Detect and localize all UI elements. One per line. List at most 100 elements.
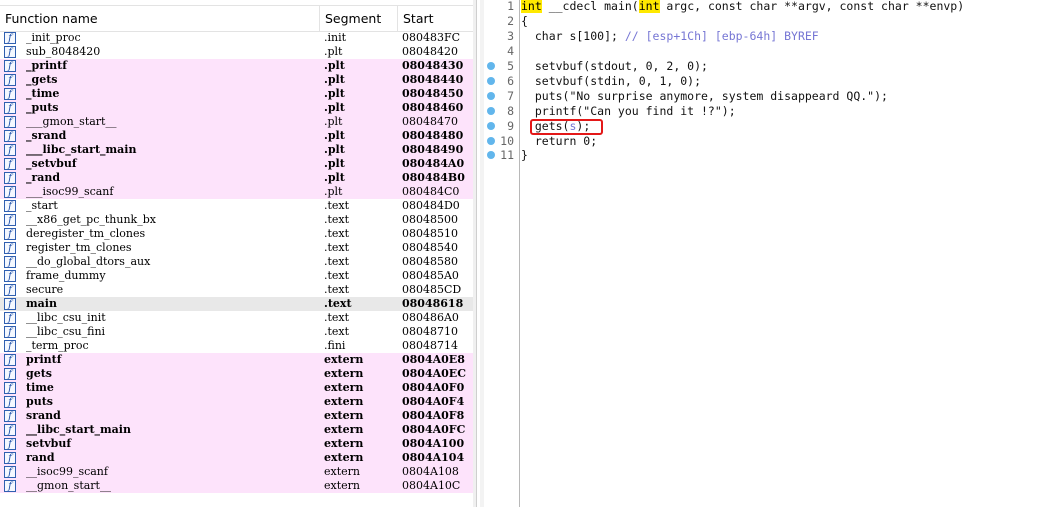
code-line[interactable]: 10 return 0;	[484, 134, 1037, 149]
function-start: 08048440	[402, 73, 464, 86]
function-row[interactable]: f __libc_csu_fini .text 08048710	[0, 325, 473, 339]
function-start: 08048500	[402, 213, 458, 226]
function-row[interactable]: f srand extern 0804A0F8	[0, 409, 473, 423]
code-line[interactable]: 7 puts("No surprise anymore, system disa…	[484, 89, 1037, 104]
code-line[interactable]: 4	[484, 44, 1037, 59]
breakpoint-dot-icon[interactable]	[487, 107, 495, 115]
function-name: __libc_csu_init	[26, 311, 106, 324]
function-row[interactable]: f _init_proc .init 080483FC	[0, 31, 473, 45]
code-token: puts("No surprise anymore, system disapp…	[521, 89, 888, 103]
line-number: 3	[507, 29, 514, 43]
code-line[interactable]: 5 setvbuf(stdout, 0, 2, 0);	[484, 59, 1037, 74]
code-text: puts("No surprise anymore, system disapp…	[521, 89, 888, 104]
function-name: __libc_csu_fini	[26, 325, 106, 338]
function-icon: f	[4, 46, 16, 58]
code-text: }	[521, 148, 528, 163]
function-start: 080486A0	[402, 311, 459, 324]
function-row[interactable]: f printf extern 0804A0E8	[0, 353, 473, 367]
function-row[interactable]: f ___libc_start_main .plt 08048490	[0, 143, 473, 157]
function-start: 08048460	[402, 101, 464, 114]
function-row[interactable]: f register_tm_clones .text 08048540	[0, 241, 473, 255]
function-row[interactable]: f deregister_tm_clones .text 08048510	[0, 227, 473, 241]
function-start: 080484B0	[402, 171, 465, 184]
function-start: 08048510	[402, 227, 458, 240]
function-segment: .text	[324, 325, 350, 338]
function-name: _printf	[26, 59, 67, 72]
line-number: 5	[507, 59, 514, 73]
function-row[interactable]: f __do_global_dtors_aux .text 08048580	[0, 255, 473, 269]
function-start: 0804A0FC	[402, 423, 466, 436]
function-name: _term_proc	[26, 339, 89, 352]
function-start: 0804A0F4	[402, 395, 465, 408]
breakpoint-dot-icon[interactable]	[487, 62, 495, 70]
function-row[interactable]: f ___gmon_start__ .plt 08048470	[0, 115, 473, 129]
function-row[interactable]: f rand extern 0804A104	[0, 451, 473, 465]
function-row[interactable]: f ___isoc99_scanf .plt 080484C0	[0, 185, 473, 199]
code-line[interactable]: 8 printf("Can you find it !?");	[484, 104, 1037, 119]
code-line[interactable]: 1 int __cdecl main(int argc, const char *…	[484, 0, 1037, 14]
function-start: 080484A0	[402, 157, 465, 170]
function-row[interactable]: f _srand .plt 08048480	[0, 129, 473, 143]
function-row[interactable]: f _printf .plt 08048430	[0, 59, 473, 73]
function-row[interactable]: f main .text 08048618	[0, 297, 473, 311]
function-name: _time	[26, 87, 60, 100]
function-icon: f	[4, 368, 16, 380]
function-row[interactable]: f __libc_csu_init .text 080486A0	[0, 311, 473, 325]
highlight-box-gets-call	[530, 119, 603, 135]
breakpoint-dot-icon[interactable]	[487, 151, 495, 159]
function-icon: f	[4, 340, 16, 352]
function-row[interactable]: f _rand .plt 080484B0	[0, 171, 473, 185]
function-row[interactable]: f _setvbuf .plt 080484A0	[0, 157, 473, 171]
code-token: setvbuf(stdout, 0, 2, 0);	[521, 59, 708, 73]
breakpoint-dot-icon[interactable]	[487, 137, 495, 145]
code-line[interactable]: 3 char s[100]; // [esp+1Ch] [ebp-64h] BY…	[484, 29, 1037, 44]
code-token: __cdecl main(	[541, 0, 639, 13]
code-line[interactable]: 6 setvbuf(stdin, 0, 1, 0);	[484, 74, 1037, 89]
code-line[interactable]: 2{	[484, 14, 1037, 29]
function-segment: .plt	[324, 87, 345, 100]
function-row[interactable]: f _time .plt 08048450	[0, 87, 473, 101]
function-name: rand	[26, 451, 55, 464]
function-segment: .plt	[324, 143, 345, 156]
function-icon: f	[4, 158, 16, 170]
functions-scrollbar[interactable]	[473, 0, 476, 507]
function-row[interactable]: f _puts .plt 08048460	[0, 101, 473, 115]
column-header-segment[interactable]: Segment	[320, 6, 398, 31]
function-icon: f	[4, 270, 16, 282]
function-row[interactable]: f sub_8048420 .plt 08048420	[0, 45, 473, 59]
function-segment: .init	[324, 31, 347, 44]
function-row[interactable]: f __gmon_start__ extern 0804A10C	[0, 479, 473, 493]
function-row[interactable]: f __libc_start_main extern 0804A0FC	[0, 423, 473, 437]
function-name: srand	[26, 409, 61, 422]
function-row[interactable]: f secure .text 080485CD	[0, 283, 473, 297]
code-line[interactable]: 11}	[484, 148, 1037, 163]
code-token: }	[521, 148, 528, 162]
column-header-start[interactable]: Start	[398, 6, 473, 31]
function-row[interactable]: f __isoc99_scanf extern 0804A108	[0, 465, 473, 479]
function-segment: .plt	[324, 171, 345, 184]
function-row[interactable]: f puts extern 0804A0F4	[0, 395, 473, 409]
line-number: 2	[507, 14, 514, 28]
function-row[interactable]: f frame_dummy .text 080485A0	[0, 269, 473, 283]
function-row[interactable]: f _start .text 080484D0	[0, 199, 473, 213]
function-row[interactable]: f __x86_get_pc_thunk_bx .text 08048500	[0, 213, 473, 227]
function-row[interactable]: f _term_proc .fini 08048714	[0, 339, 473, 353]
column-header-function-name[interactable]: Function name	[0, 6, 320, 31]
line-number: 6	[507, 74, 514, 88]
breakpoint-dot-icon[interactable]	[487, 122, 495, 130]
function-name: __x86_get_pc_thunk_bx	[26, 213, 156, 226]
comment-token: // [esp+1Ch] [ebp-64h] BYREF	[624, 29, 819, 43]
function-start: 08048580	[402, 255, 458, 268]
function-row[interactable]: f setvbuf extern 0804A100	[0, 437, 473, 451]
function-start: 08048480	[402, 129, 464, 142]
function-row[interactable]: f time extern 0804A0F0	[0, 381, 473, 395]
function-start: 0804A104	[402, 451, 465, 464]
breakpoint-dot-icon[interactable]	[487, 92, 495, 100]
function-icon: f	[4, 116, 16, 128]
function-icon: f	[4, 102, 16, 114]
breakpoint-dot-icon[interactable]	[487, 77, 495, 85]
functions-list: f _init_proc .init 080483FC f sub_8048420 .plt…	[0, 31, 473, 493]
function-icon: f	[4, 382, 16, 394]
function-row[interactable]: f gets extern 0804A0EC	[0, 367, 473, 381]
function-row[interactable]: f _gets .plt 08048440	[0, 73, 473, 87]
